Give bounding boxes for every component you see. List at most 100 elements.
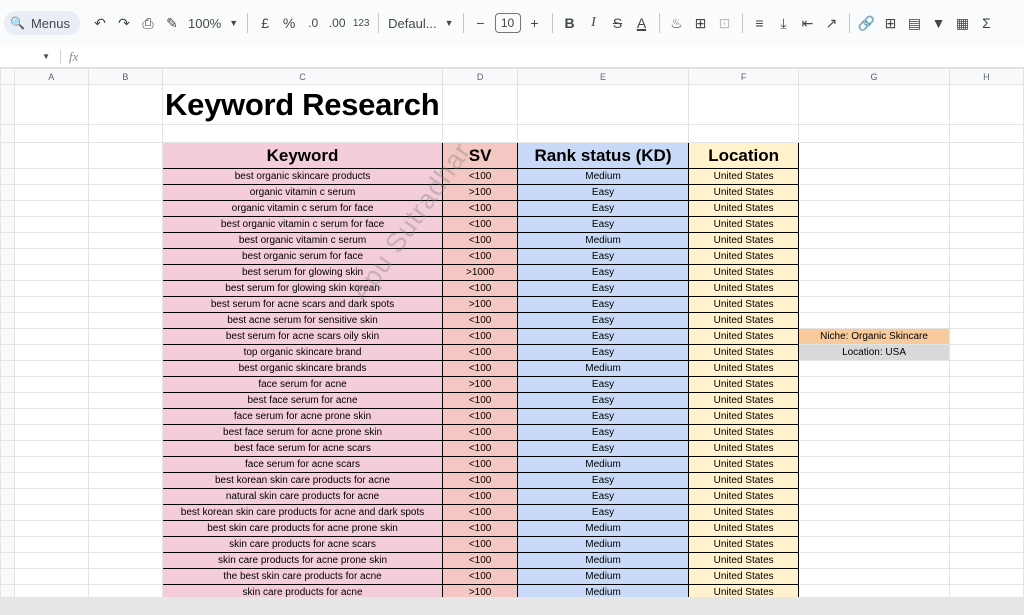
cell[interactable]: [13, 568, 89, 585]
bold-button[interactable]: B: [558, 11, 582, 35]
font-size-input[interactable]: 10: [494, 13, 521, 33]
sv-cell[interactable]: <100: [442, 424, 519, 441]
location-cell[interactable]: United States: [687, 216, 800, 233]
cell[interactable]: [13, 456, 89, 473]
location-cell[interactable]: United States: [687, 552, 800, 569]
chart-icon[interactable]: ▤: [903, 11, 927, 35]
percent-format-button[interactable]: %: [277, 11, 301, 35]
row-header[interactable]: [0, 142, 15, 169]
location-cell[interactable]: United States: [687, 440, 800, 457]
row-header[interactable]: [0, 216, 15, 233]
sv-cell[interactable]: >100: [442, 376, 519, 393]
filter-icon[interactable]: ▼: [927, 11, 951, 35]
cell[interactable]: [13, 520, 89, 537]
location-cell[interactable]: United States: [687, 280, 800, 297]
row-header[interactable]: [0, 376, 15, 393]
cell[interactable]: [87, 440, 164, 457]
location-cell[interactable]: United States: [687, 264, 800, 281]
cell[interactable]: [87, 472, 164, 489]
keyword-cell[interactable]: skin care products for acne prone skin: [162, 552, 444, 569]
cell[interactable]: [948, 344, 1024, 361]
cell[interactable]: [87, 488, 164, 505]
cell[interactable]: [948, 84, 1024, 125]
cell[interactable]: [798, 472, 950, 489]
sv-header[interactable]: SV: [442, 142, 519, 169]
sv-cell[interactable]: <100: [442, 536, 519, 553]
cell[interactable]: [517, 124, 689, 143]
cell[interactable]: [87, 184, 164, 201]
cell[interactable]: [13, 280, 89, 297]
rank-status-cell[interactable]: Medium: [517, 168, 689, 185]
rank-status-cell[interactable]: Easy: [517, 264, 689, 281]
rank-status-cell[interactable]: Easy: [517, 392, 689, 409]
rank-status-cell[interactable]: Easy: [517, 248, 689, 265]
row-header[interactable]: [0, 424, 15, 441]
comment-icon[interactable]: ⊞: [879, 11, 903, 35]
row-header[interactable]: [0, 328, 15, 345]
keyword-cell[interactable]: organic vitamin c serum: [162, 184, 444, 201]
row-header[interactable]: [0, 280, 15, 297]
cell[interactable]: [517, 84, 689, 125]
cell[interactable]: [948, 520, 1024, 537]
row-header[interactable]: [0, 84, 15, 125]
cell[interactable]: [948, 200, 1024, 217]
cell[interactable]: [948, 456, 1024, 473]
sv-cell[interactable]: <100: [442, 440, 519, 457]
cell[interactable]: [798, 376, 950, 393]
cell[interactable]: [798, 408, 950, 425]
cell[interactable]: [798, 536, 950, 553]
rank-status-cell[interactable]: Medium: [517, 520, 689, 537]
cell[interactable]: [948, 360, 1024, 377]
column-header[interactable]: A: [13, 68, 89, 85]
location-cell[interactable]: United States: [687, 536, 800, 553]
row-header[interactable]: [0, 552, 15, 569]
cell[interactable]: [948, 536, 1024, 553]
rank-status-cell[interactable]: Medium: [517, 552, 689, 569]
location-note[interactable]: Location: USA: [798, 344, 950, 361]
sv-cell[interactable]: <100: [442, 232, 519, 249]
location-cell[interactable]: United States: [687, 456, 800, 473]
cell[interactable]: [87, 424, 164, 441]
row-header[interactable]: [0, 124, 15, 143]
keyword-cell[interactable]: best face serum for acne prone skin: [162, 424, 444, 441]
decrease-font-size-button[interactable]: −: [469, 11, 493, 35]
rank-status-cell[interactable]: Medium: [517, 232, 689, 249]
location-cell[interactable]: United States: [687, 248, 800, 265]
sv-cell[interactable]: <100: [442, 280, 519, 297]
menus-search[interactable]: 🔍 Menus: [4, 11, 80, 35]
rank-status-cell[interactable]: Medium: [517, 536, 689, 553]
column-header[interactable]: D: [442, 68, 519, 85]
location-cell[interactable]: United States: [687, 504, 800, 521]
cell[interactable]: [687, 124, 800, 143]
cell[interactable]: [162, 124, 444, 143]
rank-status-cell[interactable]: Easy: [517, 344, 689, 361]
cell[interactable]: [13, 376, 89, 393]
rank-status-header[interactable]: Rank status (KD): [517, 142, 689, 169]
row-header[interactable]: [0, 344, 15, 361]
row-header[interactable]: [0, 568, 15, 585]
location-cell[interactable]: United States: [687, 360, 800, 377]
cell[interactable]: [798, 264, 950, 281]
location-cell[interactable]: United States: [687, 488, 800, 505]
cell[interactable]: [87, 232, 164, 249]
cell[interactable]: [87, 376, 164, 393]
cell[interactable]: [87, 168, 164, 185]
cell[interactable]: [948, 488, 1024, 505]
cell[interactable]: [798, 84, 950, 125]
cell[interactable]: [948, 392, 1024, 409]
cell[interactable]: [948, 296, 1024, 313]
location-cell[interactable]: United States: [687, 312, 800, 329]
cell[interactable]: [87, 124, 164, 143]
cell[interactable]: [87, 142, 164, 169]
rank-status-cell[interactable]: Easy: [517, 440, 689, 457]
currency-format-button[interactable]: £: [253, 11, 277, 35]
paint-format-icon[interactable]: ✎: [160, 11, 184, 35]
cell[interactable]: [87, 392, 164, 409]
functions-button[interactable]: Σ: [975, 11, 999, 35]
cell[interactable]: [87, 328, 164, 345]
cell[interactable]: [798, 168, 950, 185]
cell[interactable]: [13, 360, 89, 377]
cell[interactable]: [948, 264, 1024, 281]
keyword-cell[interactable]: best serum for glowing skin: [162, 264, 444, 281]
row-header[interactable]: [0, 392, 15, 409]
